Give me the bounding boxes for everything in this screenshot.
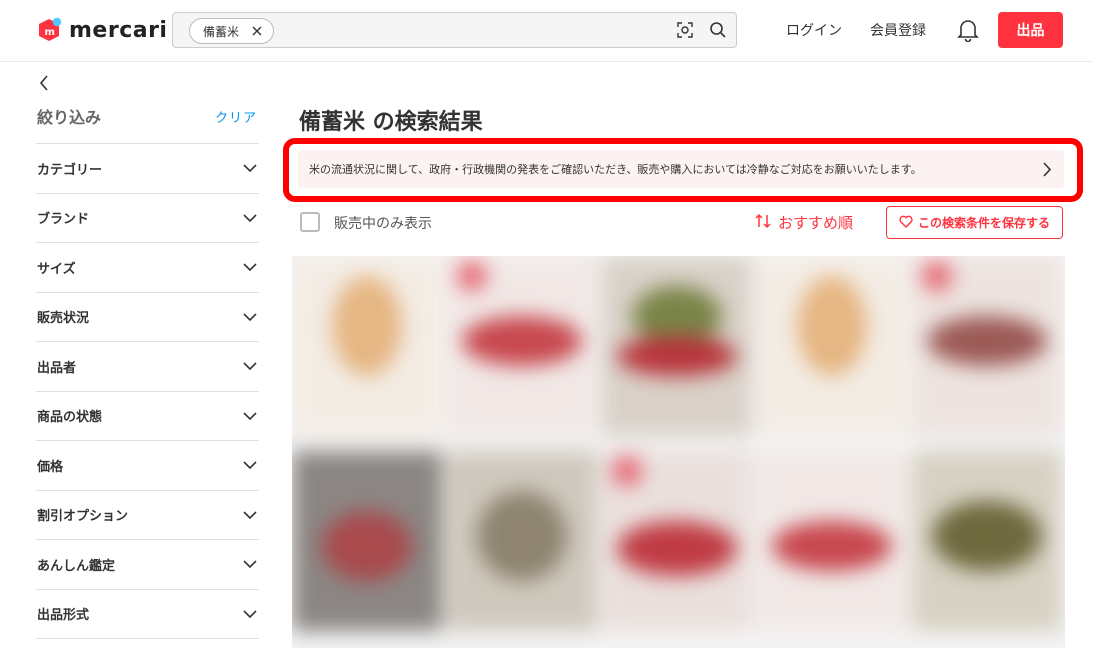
product-thumbnail[interactable] (912, 256, 1062, 436)
page-title: 備蓄米 の検索結果 (299, 110, 483, 135)
filter-label: 出品者 (37, 360, 77, 376)
filter-price[interactable]: 価格 (36, 441, 259, 491)
filter-brand[interactable]: ブランド (36, 194, 259, 243)
filter-label: 割引オプション (37, 509, 129, 525)
heart-icon (899, 215, 913, 231)
header: m mercari 備蓄米 ログイン 会員登録 出品 (0, 0, 1093, 62)
product-thumbnail[interactable] (602, 256, 752, 436)
filter-seller[interactable]: 出品者 (36, 342, 259, 392)
search-chip[interactable]: 備蓄米 (189, 18, 275, 44)
filter-list: カテゴリー ブランド サイズ 販売状況 出品者 商品の状態 価格 割引オプション… (36, 143, 259, 639)
filter-category[interactable]: カテゴリー (36, 144, 259, 194)
sell-button[interactable]: 出品 (998, 12, 1063, 48)
filter-label: カテゴリー (37, 162, 103, 178)
notice-banner[interactable]: 米の流通状況に関して、政府・行政機関の発表をご確認いただき、販売や購入においては… (298, 150, 1064, 188)
clear-filters-link[interactable]: クリア (215, 107, 257, 126)
search-icon[interactable] (709, 21, 727, 43)
notice-text: 米の流通状況に関して、政府・行政機関の発表をご確認いただき、販売や購入においては… (309, 163, 922, 176)
chevron-left-icon[interactable] (38, 74, 50, 96)
filter-label: 価格 (37, 459, 64, 475)
filter-size[interactable]: サイズ (36, 243, 259, 293)
filter-label: 出品形式 (37, 608, 90, 624)
save-search-label: この検索条件を保存する (917, 216, 1050, 230)
filter-sale-status[interactable]: 販売状況 (36, 293, 259, 342)
product-thumbnail[interactable] (447, 451, 597, 631)
camera-scan-icon[interactable] (676, 21, 694, 43)
login-link[interactable]: ログイン (786, 20, 842, 40)
bell-icon[interactable] (957, 18, 979, 46)
search-chip-label: 備蓄米 (203, 24, 240, 39)
filter-title: 絞り込み (37, 108, 102, 127)
filter-listing-type[interactable]: 出品形式 (36, 590, 259, 639)
chevron-down-icon (242, 558, 258, 573)
sort-dropdown[interactable]: おすすめ順 (754, 212, 853, 233)
close-icon[interactable] (251, 25, 263, 37)
filter-condition[interactable]: 商品の状態 (36, 392, 259, 441)
product-thumbnail[interactable] (447, 256, 597, 436)
filter-label: サイズ (37, 261, 76, 277)
logo-text: mercari (69, 17, 168, 43)
signup-link[interactable]: 会員登録 (870, 20, 926, 40)
filter-label: ブランド (37, 212, 90, 228)
product-grid (292, 256, 1065, 648)
search-bar[interactable]: 備蓄米 (172, 12, 737, 48)
chevron-right-icon (1042, 161, 1052, 181)
product-thumbnail[interactable] (292, 451, 442, 631)
on-sale-only-checkbox[interactable] (300, 212, 320, 232)
chevron-down-icon (242, 311, 258, 326)
product-thumbnail[interactable] (757, 256, 907, 436)
on-sale-only-label[interactable]: 販売中のみ表示 (334, 213, 432, 233)
filter-label: 商品の状態 (37, 410, 103, 426)
mercari-logo-icon: m (36, 17, 62, 43)
chevron-down-icon (242, 360, 258, 375)
mercari-logo[interactable]: m mercari (36, 16, 167, 44)
product-thumbnail[interactable] (912, 451, 1062, 631)
product-thumbnail[interactable] (292, 256, 442, 436)
chevron-down-icon (242, 608, 258, 623)
product-thumbnail[interactable] (757, 451, 907, 631)
chevron-down-icon (242, 162, 258, 177)
chevron-down-icon (242, 410, 258, 425)
svg-text:m: m (45, 27, 55, 38)
chevron-down-icon (242, 459, 258, 474)
chevron-down-icon (242, 212, 258, 227)
product-thumbnail[interactable] (602, 451, 752, 631)
sort-label: おすすめ順 (778, 214, 854, 232)
chevron-down-icon (242, 261, 258, 276)
filter-authentication[interactable]: あんしん鑑定 (36, 540, 259, 590)
sort-arrows-icon (754, 213, 772, 233)
filter-discount[interactable]: 割引オプション (36, 491, 259, 540)
filter-label: あんしん鑑定 (37, 558, 116, 574)
chevron-down-icon (242, 509, 258, 524)
filter-label: 販売状況 (37, 311, 90, 327)
save-search-button[interactable]: この検索条件を保存する (886, 206, 1063, 239)
